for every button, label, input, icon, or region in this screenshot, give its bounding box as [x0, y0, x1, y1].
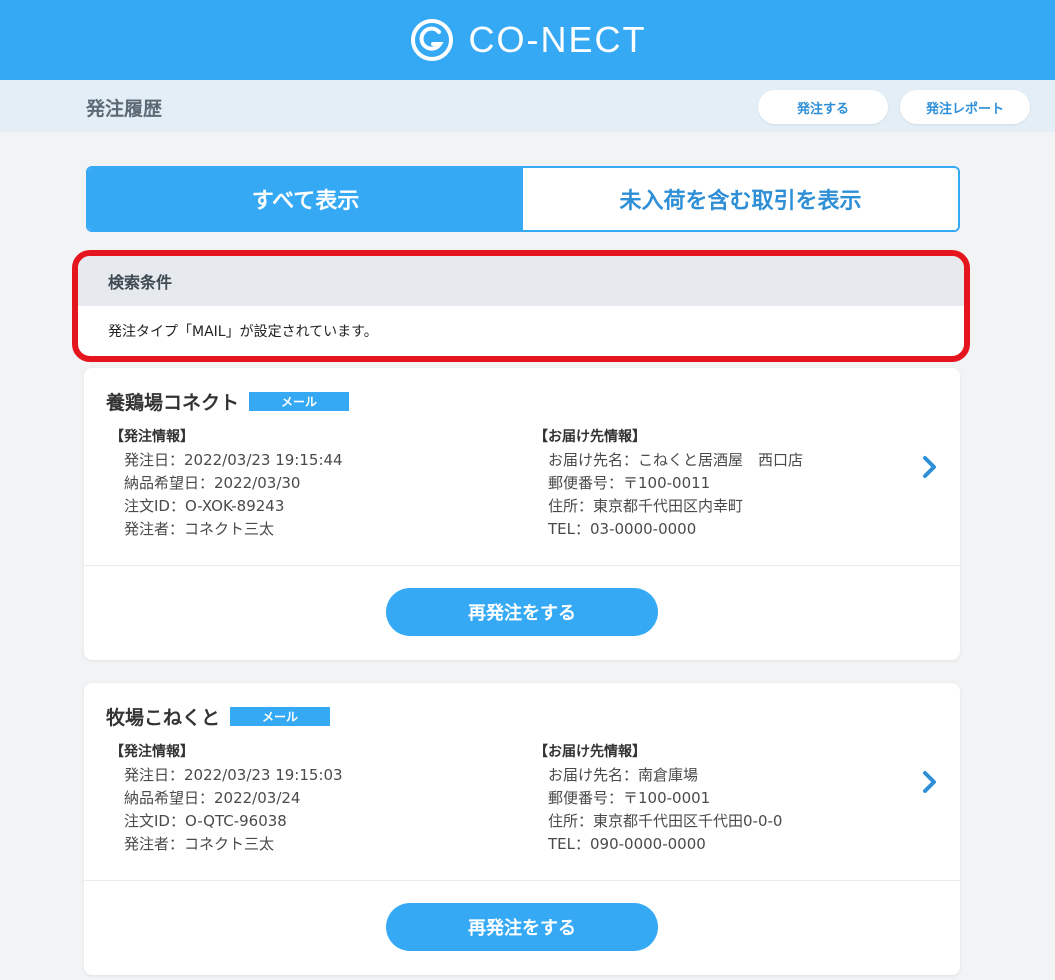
phone: TEL：03-0000-0000: [548, 520, 697, 538]
destination-info: 【お届け先情報】 お届け先名：こねくと居酒屋 西口店 郵便番号：〒100-001…: [534, 426, 803, 541]
order-info: 【発注情報】 発注日：2022/03/23 19:15:44 納品希望日：202…: [110, 426, 343, 541]
order-info: 【発注情報】 発注日：2022/03/23 19:15:03 納品希望日：202…: [110, 741, 343, 856]
tab-show-all[interactable]: すべて表示: [88, 168, 523, 230]
search-conditions-panel: 検索条件 発注タイプ「MAIL」が設定されています。: [72, 250, 970, 362]
delivery-date: 納品希望日：2022/03/30: [124, 474, 301, 492]
logo-text: CO-NECT: [468, 19, 647, 60]
destination-name: お届け先名：南倉庫場: [548, 766, 699, 784]
supplier-row: 牧場こねくと メール: [106, 703, 331, 730]
destination-name: お届け先名：こねくと居酒屋 西口店: [548, 451, 804, 469]
supplier-name: 養鶏場コネクト: [106, 392, 240, 414]
place-order-button[interactable]: 発注する: [758, 90, 888, 124]
postal-code: 郵便番号：〒100-0011: [548, 474, 711, 492]
sub-header: 発注履歴 発注する 発注レポート: [0, 80, 1055, 132]
order-type-badge: メール: [230, 707, 331, 726]
order-card-actions: 再発注をする: [84, 566, 960, 658]
filter-tabs: すべて表示 未入荷を含む取引を表示: [86, 166, 960, 232]
destination-info-title: 【お届け先情報】: [534, 429, 646, 445]
order-report-button[interactable]: 発注レポート: [900, 90, 1030, 124]
search-conditions-text: 発注タイプ「MAIL」が設定されています。: [108, 324, 378, 340]
destination-info-title: 【お届け先情報】: [534, 744, 646, 760]
order-id: 注文ID：O-QTC-96038: [124, 812, 287, 830]
logo[interactable]: CO-NECT: [409, 17, 647, 63]
order-type-badge: メール: [249, 392, 350, 411]
delivery-date: 納品希望日：2022/03/24: [124, 789, 301, 807]
orderer: 発注者：コネクト三太: [124, 520, 275, 538]
address: 住所：東京都千代田区千代田0-0-0: [548, 812, 783, 830]
app-header: CO-NECT: [0, 0, 1055, 80]
order-card: 牧場こねくと メール 【発注情報】 発注日：2022/03/23 19:15:0…: [84, 683, 960, 975]
order-info-title: 【発注情報】: [110, 429, 194, 445]
order-card: 養鶏場コネクト メール 【発注情報】 発注日：2022/03/23 19:15:…: [84, 368, 960, 660]
page-title: 発注履歴: [86, 98, 163, 120]
order-date: 発注日：2022/03/23 19:15:03: [124, 766, 343, 784]
phone: TEL：090-0000-0000: [548, 835, 706, 853]
tab-show-pending[interactable]: 未入荷を含む取引を表示: [523, 168, 958, 230]
postal-code: 郵便番号：〒100-0001: [548, 789, 711, 807]
order-id: 注文ID：O-XOK-89243: [124, 497, 285, 515]
search-conditions-heading: 検索条件: [78, 256, 964, 306]
supplier-name: 牧場こねくと: [106, 707, 221, 729]
supplier-row: 養鶏場コネクト メール: [106, 388, 350, 415]
chevron-right-icon[interactable]: [920, 767, 940, 797]
order-card-detail[interactable]: 牧場こねくと メール 【発注情報】 発注日：2022/03/23 19:15:0…: [84, 683, 960, 881]
reorder-button[interactable]: 再発注をする: [386, 588, 658, 636]
destination-info: 【お届け先情報】 お届け先名：南倉庫場 郵便番号：〒100-0001 住所：東京…: [534, 741, 782, 856]
reorder-button[interactable]: 再発注をする: [386, 903, 658, 951]
order-card-detail[interactable]: 養鶏場コネクト メール 【発注情報】 発注日：2022/03/23 19:15:…: [84, 368, 960, 566]
order-card-actions: 再発注をする: [84, 881, 960, 973]
order-date: 発注日：2022/03/23 19:15:44: [124, 451, 343, 469]
order-info-title: 【発注情報】: [110, 744, 194, 760]
address: 住所：東京都千代田区内幸町: [548, 497, 744, 515]
chevron-right-icon[interactable]: [920, 452, 940, 482]
conect-logo-icon: [410, 19, 453, 61]
orderer: 発注者：コネクト三太: [124, 835, 275, 853]
